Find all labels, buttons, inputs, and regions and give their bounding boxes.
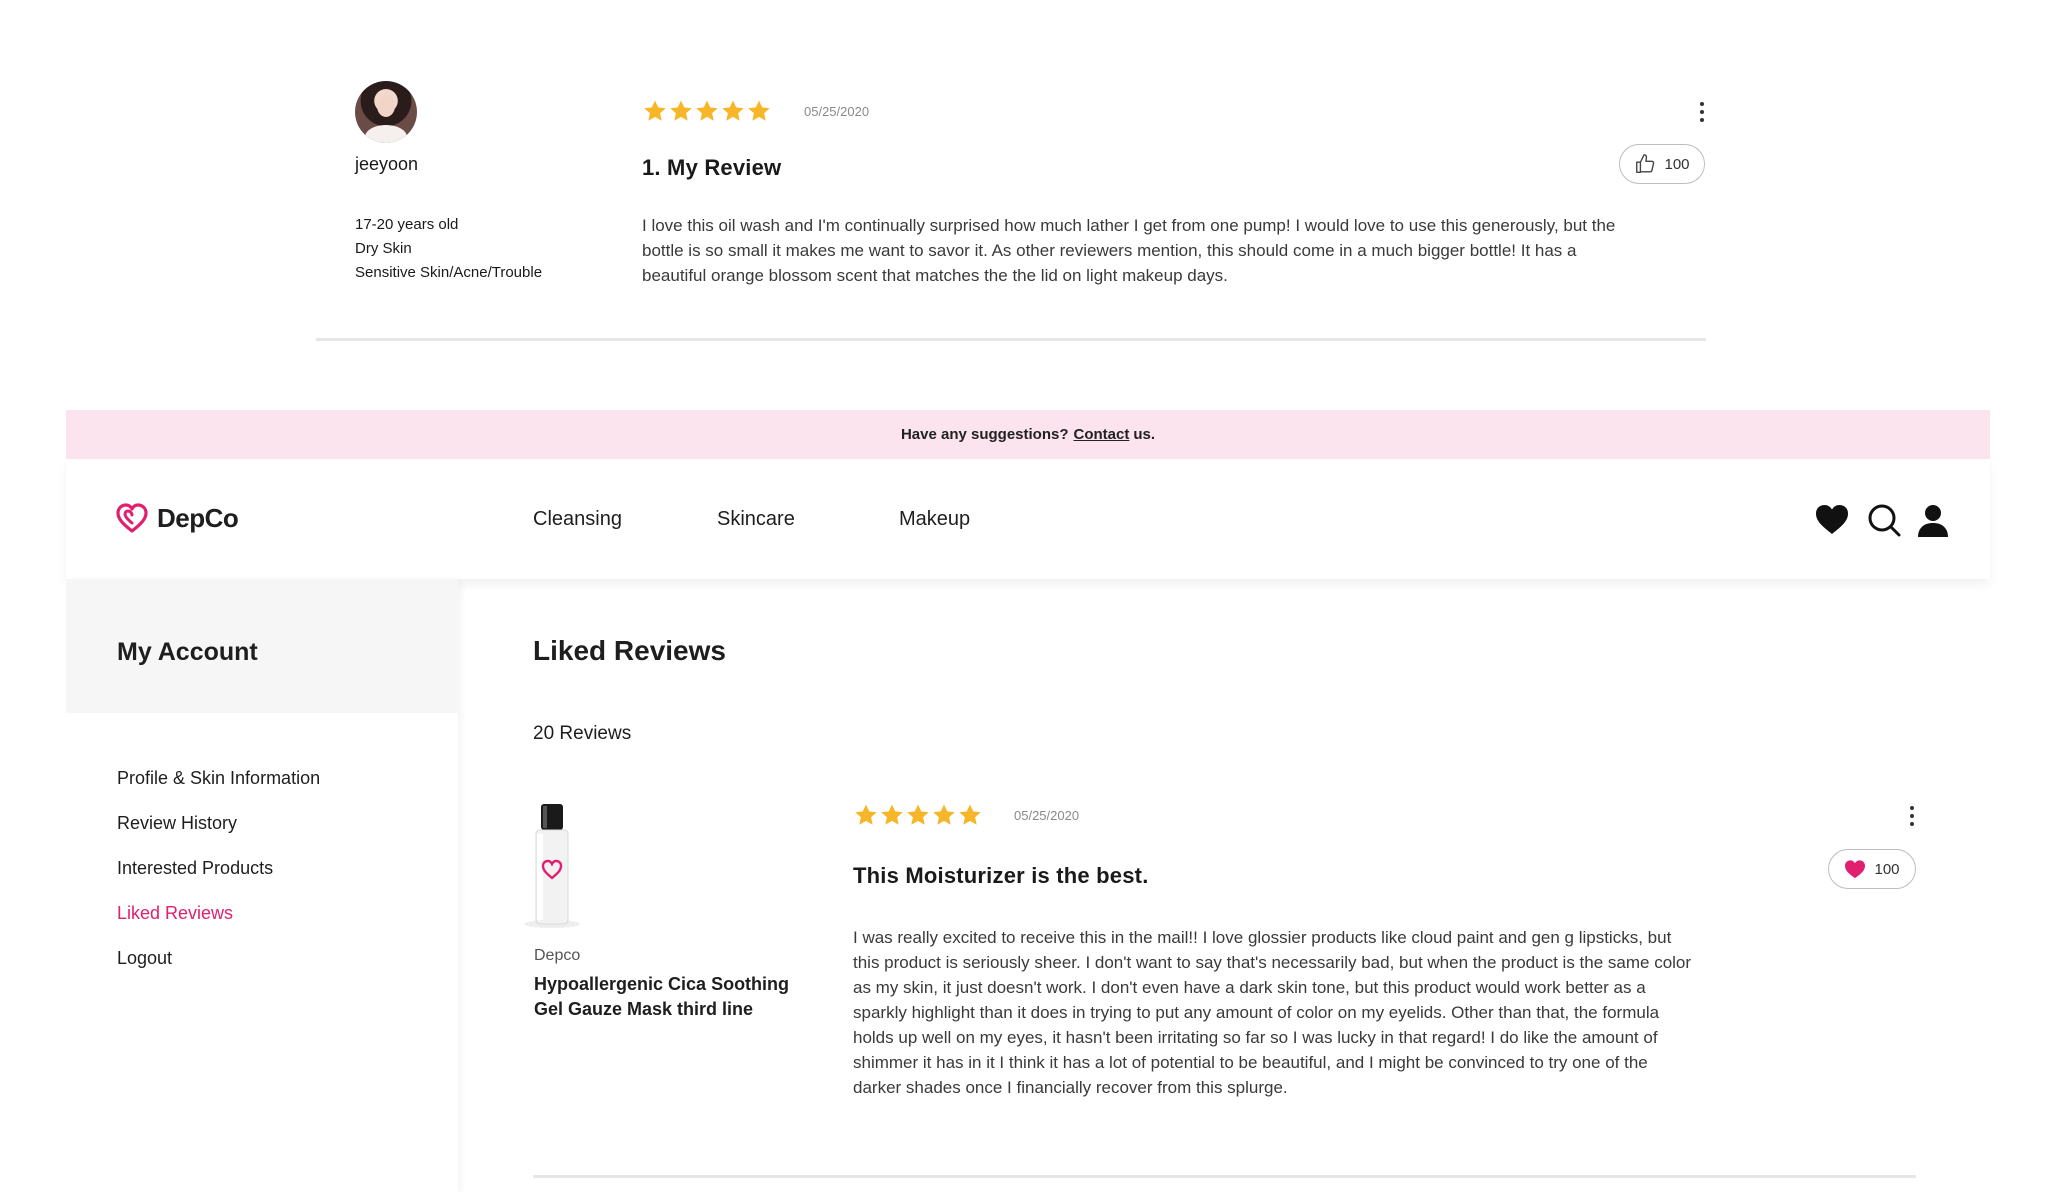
star-rating	[854, 803, 982, 827]
reviewer-skin-type: Dry Skin	[355, 240, 412, 257]
star-icon	[933, 804, 955, 825]
review-body: I was really excited to receive this in …	[853, 928, 1692, 1097]
sidebar-item-interested-products[interactable]: Interested Products	[117, 858, 273, 879]
like-count: 100	[1874, 860, 1900, 878]
divider	[316, 338, 1706, 341]
reviewer-age: 17-20 years old	[355, 216, 459, 233]
reviewer-avatar	[355, 81, 417, 143]
heart-icon[interactable]	[1814, 502, 1850, 538]
star-icon	[881, 804, 903, 825]
more-options-icon[interactable]	[1909, 806, 1915, 826]
review-count: 20 Reviews	[533, 723, 632, 744]
thumbs-up-icon	[1636, 154, 1655, 173]
banner-text: Have any suggestions?	[900, 426, 1069, 443]
reviewer-username: jeeyoon	[355, 154, 419, 174]
page-title: Liked Reviews	[533, 635, 726, 666]
more-options-icon[interactable]	[1699, 102, 1705, 122]
reviewer-skin-concern: Sensitive Skin/Acne/Trouble	[355, 264, 543, 281]
product-name[interactable]: Hypoallergenic Cica Soothing Gel Gauze M…	[534, 972, 804, 1022]
review-date: 05/25/2020	[804, 104, 870, 119]
liked-button[interactable]: 100	[1828, 849, 1916, 889]
sidebar-title: My Account	[117, 638, 258, 666]
review-body: I love this oil wash and I'm continually…	[642, 216, 1616, 285]
sidebar-item-review-history[interactable]: Review History	[117, 813, 237, 834]
sidebar-item-profile[interactable]: Profile & Skin Information	[117, 768, 320, 789]
user-icon[interactable]	[1915, 502, 1951, 538]
heart-logo-icon	[116, 503, 148, 533]
star-rating	[643, 99, 771, 123]
review-title: This Moisturizer is the best.	[853, 863, 1149, 888]
like-count: 100	[1664, 155, 1690, 173]
star-icon	[907, 804, 929, 825]
like-button[interactable]: 100	[1619, 144, 1705, 184]
star-icon	[748, 100, 770, 121]
product-image[interactable]	[520, 800, 584, 930]
sidebar-item-logout[interactable]: Logout	[117, 948, 172, 969]
logo[interactable]: DepCo	[115, 502, 239, 534]
contact-link[interactable]: Contact	[1074, 426, 1130, 443]
search-icon[interactable]	[1866, 502, 1902, 538]
star-icon	[696, 100, 718, 121]
banner-suffix: us.	[1133, 426, 1156, 443]
sidebar-item-liked-reviews[interactable]: Liked Reviews	[117, 903, 233, 924]
star-icon	[959, 804, 981, 825]
review-title: 1. My Review	[642, 155, 782, 180]
star-icon	[670, 100, 692, 121]
nav-skincare[interactable]: Skincare	[717, 508, 795, 531]
review-date: 05/25/2020	[1014, 808, 1080, 823]
logo-text: DepCo	[157, 502, 239, 533]
heart-filled-icon	[1845, 860, 1866, 879]
site-header	[66, 459, 1990, 579]
star-icon	[722, 100, 744, 121]
nav-makeup[interactable]: Makeup	[899, 508, 970, 531]
nav-cleansing[interactable]: Cleansing	[533, 508, 622, 531]
divider	[533, 1175, 1916, 1178]
star-icon	[855, 804, 877, 825]
product-brand: Depco	[534, 947, 581, 964]
star-icon	[644, 100, 666, 121]
suggestion-banner: Have any suggestions? Contact us.	[66, 410, 1990, 459]
